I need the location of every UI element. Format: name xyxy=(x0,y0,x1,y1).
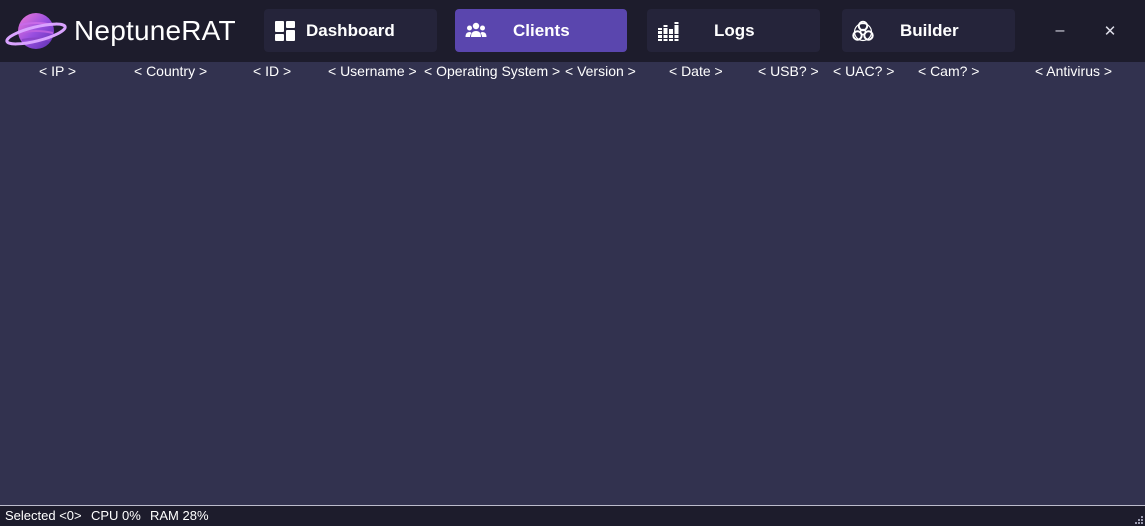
column-header-country[interactable]: < Country > xyxy=(134,62,207,80)
bar-chart-icon xyxy=(658,22,679,41)
selected-count: Selected <0> xyxy=(5,508,82,523)
dashboard-icon xyxy=(275,21,295,41)
column-header-date[interactable]: < Date > xyxy=(669,62,723,80)
clients-list-area[interactable] xyxy=(0,82,1145,504)
minimize-button[interactable]: – xyxy=(1045,16,1075,46)
column-header-ip[interactable]: < IP > xyxy=(39,62,76,80)
column-header-usb[interactable]: < USB? > xyxy=(758,62,819,80)
close-button[interactable]: ✕ xyxy=(1095,16,1125,46)
title-bar: NeptuneRAT Dashboard Clients Logs Builde… xyxy=(0,0,1145,62)
status-bar: Selected <0> CPU 0% RAM 28% xyxy=(0,505,1145,526)
nav-dashboard-button[interactable]: Dashboard xyxy=(264,9,437,52)
cpu-usage: CPU 0% xyxy=(91,508,141,523)
planet-logo-icon xyxy=(5,13,67,49)
biohazard-icon xyxy=(852,20,874,42)
minimize-icon: – xyxy=(1055,22,1065,39)
column-header-cam[interactable]: < Cam? > xyxy=(918,62,979,80)
column-header-uac[interactable]: < UAC? > xyxy=(833,62,894,80)
nav-builder-button[interactable]: Builder xyxy=(842,9,1015,52)
nav-clients-label: Clients xyxy=(513,21,570,40)
close-icon: ✕ xyxy=(1103,23,1117,40)
app-brand: NeptuneRAT xyxy=(4,9,236,53)
nav-logs-label: Logs xyxy=(714,21,755,40)
nav-builder-label: Builder xyxy=(900,21,959,40)
users-icon xyxy=(465,22,487,37)
app-title: NeptuneRAT xyxy=(74,15,236,46)
column-header-username[interactable]: < Username > xyxy=(328,62,430,80)
column-header-id[interactable]: < ID > xyxy=(253,62,291,80)
nav-logs-button[interactable]: Logs xyxy=(647,9,820,52)
column-header-operating-system[interactable]: < Operating System > xyxy=(424,62,566,80)
column-header-version[interactable]: < Version > xyxy=(565,62,636,80)
ram-usage: RAM 28% xyxy=(150,508,209,523)
column-header-antivirus[interactable]: < Antivirus > xyxy=(1035,62,1112,80)
nav-clients-button[interactable]: Clients xyxy=(455,9,627,52)
resize-grip-icon[interactable] xyxy=(1134,515,1143,524)
nav-dashboard-label: Dashboard xyxy=(306,21,395,40)
